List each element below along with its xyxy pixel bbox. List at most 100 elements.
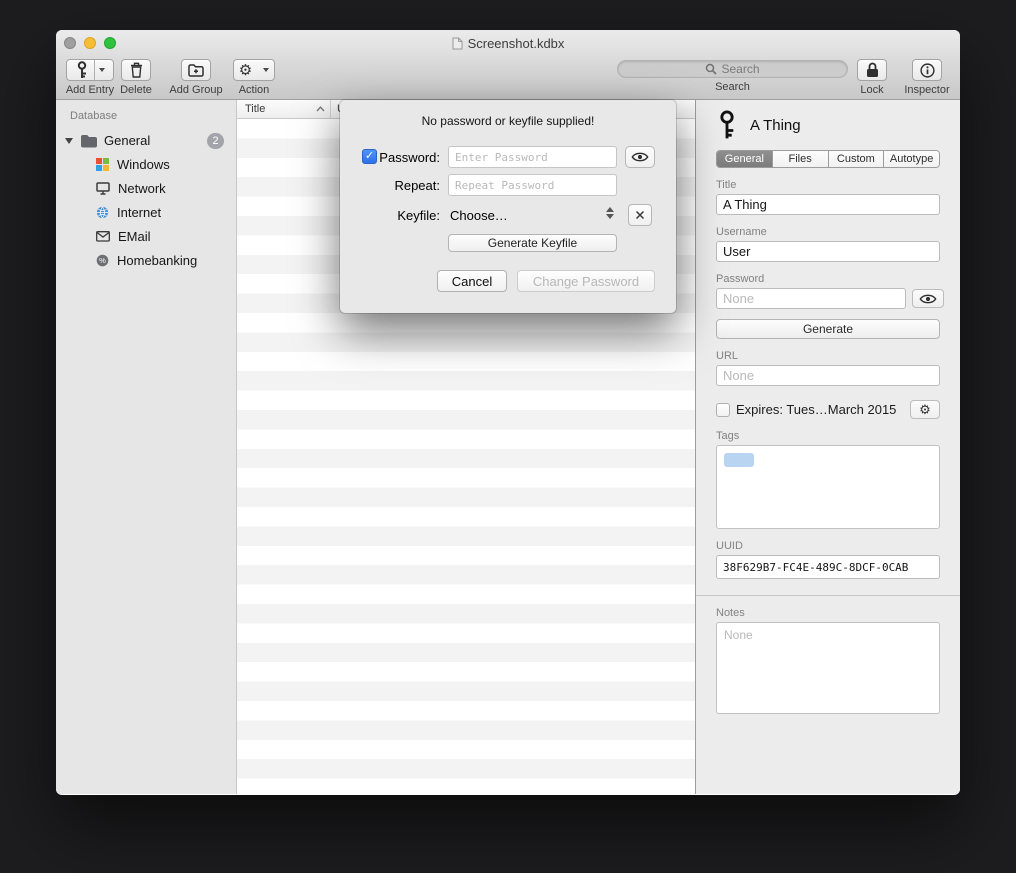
- username-field-label: Username: [716, 226, 940, 238]
- expires-label: Expires: Tues…March 2015: [736, 402, 896, 417]
- sidebar-item-label: Windows: [117, 157, 170, 172]
- inspector-panel: A Thing General Files Custom Autotype Ti…: [695, 100, 960, 794]
- tab-custom[interactable]: Custom: [828, 151, 884, 167]
- disclosure-triangle-icon[interactable]: [65, 138, 73, 144]
- network-icon: [96, 182, 110, 195]
- add-entry-label: Add Entry: [66, 84, 114, 96]
- change-password-button[interactable]: Change Password: [517, 270, 655, 292]
- url-field[interactable]: [716, 365, 940, 386]
- expires-row: Expires: Tues…March 2015 ⚙: [716, 400, 940, 419]
- change-password-dialog: No password or keyfile supplied! ✓ Passw…: [340, 100, 676, 313]
- eye-icon: [631, 151, 649, 163]
- chevron-up-icon: [606, 207, 614, 212]
- cancel-button[interactable]: Cancel: [437, 270, 507, 292]
- coin-icon: %: [96, 254, 109, 267]
- lock-icon: [866, 62, 879, 78]
- sidebar-item-network[interactable]: Network: [56, 176, 236, 200]
- tab-autotype[interactable]: Autotype: [883, 151, 939, 167]
- search-label: Search: [715, 81, 750, 93]
- lock-label: Lock: [860, 84, 883, 96]
- add-entry-button[interactable]: [66, 59, 114, 81]
- reveal-password-button[interactable]: [912, 289, 944, 308]
- title-bar: Screenshot.kdbx: [56, 30, 960, 56]
- sort-indicator-icon: [316, 106, 325, 112]
- column-title-label: Title: [245, 103, 265, 115]
- dialog-password-input[interactable]: [448, 146, 617, 168]
- expires-checkbox[interactable]: [716, 403, 730, 417]
- gear-icon: ⚙: [919, 403, 931, 416]
- sidebar-item-homebanking[interactable]: % Homebanking: [56, 248, 236, 272]
- eye-icon: [919, 293, 937, 305]
- action-label: Action: [239, 84, 270, 96]
- uuid-field[interactable]: [716, 555, 940, 579]
- sidebar-item-internet[interactable]: Internet: [56, 200, 236, 224]
- chevron-down-icon: [99, 68, 105, 72]
- entry-count-badge: 2: [207, 133, 224, 149]
- search-icon: [705, 63, 717, 75]
- dialog-password-label: Password:: [340, 150, 440, 165]
- action-button[interactable]: ⚙: [233, 59, 275, 81]
- info-icon: [920, 63, 935, 78]
- delete-button[interactable]: [121, 59, 151, 81]
- column-header-title[interactable]: Title: [237, 100, 330, 118]
- dialog-repeat-label: Repeat:: [340, 178, 440, 193]
- popup-stepper-icon[interactable]: [606, 207, 614, 219]
- key-icon: [75, 61, 89, 79]
- keyfile-popup-button[interactable]: Choose…: [450, 208, 508, 223]
- delete-label: Delete: [120, 84, 152, 96]
- tags-label: Tags: [716, 430, 940, 442]
- windows-icon: [96, 158, 109, 171]
- password-field[interactable]: [716, 288, 906, 309]
- dialog-reveal-password-button[interactable]: [625, 146, 655, 168]
- lock-button[interactable]: [857, 59, 887, 81]
- button-divider: [94, 60, 95, 80]
- sidebar-item-windows[interactable]: Windows: [56, 152, 236, 176]
- gear-icon: ⚙: [239, 63, 252, 78]
- sidebar-item-email[interactable]: EMail: [56, 224, 236, 248]
- inspector-button[interactable]: [912, 59, 942, 81]
- dialog-keyfile-label: Keyfile:: [340, 208, 440, 223]
- sidebar: Database General 2 Windows Network: [56, 100, 237, 794]
- globe-icon: [96, 206, 109, 219]
- search-placeholder: Search: [721, 62, 759, 76]
- lock-group: Lock: [852, 59, 892, 96]
- search-input[interactable]: Search: [617, 60, 848, 78]
- sidebar-group-general[interactable]: General 2: [56, 129, 236, 152]
- tags-box[interactable]: [716, 445, 940, 529]
- generate-password-button[interactable]: Generate: [716, 319, 940, 339]
- add-group-button[interactable]: [181, 59, 211, 81]
- section-divider: [696, 595, 960, 596]
- entry-title: A Thing: [750, 117, 801, 134]
- url-field-label: URL: [716, 350, 940, 362]
- inspector-group: Inspector: [901, 59, 953, 96]
- password-field-label: Password: [716, 273, 940, 285]
- sidebar-item-label: Network: [118, 181, 166, 196]
- generate-keyfile-button[interactable]: Generate Keyfile: [448, 234, 617, 252]
- clear-keyfile-button[interactable]: [628, 204, 652, 226]
- notes-field[interactable]: [716, 622, 940, 714]
- sidebar-item-label: Internet: [117, 205, 161, 220]
- svg-text:%: %: [99, 256, 106, 265]
- sidebar-item-label: Homebanking: [117, 253, 197, 268]
- notes-label: Notes: [716, 607, 940, 619]
- add-group-label: Add Group: [169, 84, 222, 96]
- tab-general[interactable]: General: [717, 151, 772, 167]
- folder-icon: [80, 134, 98, 148]
- sidebar-group-label: General: [104, 133, 207, 148]
- title-field[interactable]: [716, 194, 940, 215]
- trash-icon: [130, 62, 143, 78]
- sidebar-section-header: Database: [70, 110, 236, 122]
- window-title-area: Screenshot.kdbx: [56, 30, 960, 56]
- dialog-message: No password or keyfile supplied!: [340, 114, 676, 128]
- tag-chip[interactable]: [724, 453, 754, 467]
- chevron-down-icon: [606, 214, 614, 219]
- title-field-label: Title: [716, 179, 940, 191]
- uuid-label: UUID: [716, 540, 940, 552]
- dialog-repeat-input[interactable]: [448, 174, 617, 196]
- tab-files[interactable]: Files: [772, 151, 828, 167]
- add-entry-group: Add Entry: [66, 59, 114, 96]
- username-field[interactable]: [716, 241, 940, 262]
- close-x-icon: [635, 210, 645, 220]
- email-icon: [96, 231, 110, 242]
- expires-settings-button[interactable]: ⚙: [910, 400, 940, 419]
